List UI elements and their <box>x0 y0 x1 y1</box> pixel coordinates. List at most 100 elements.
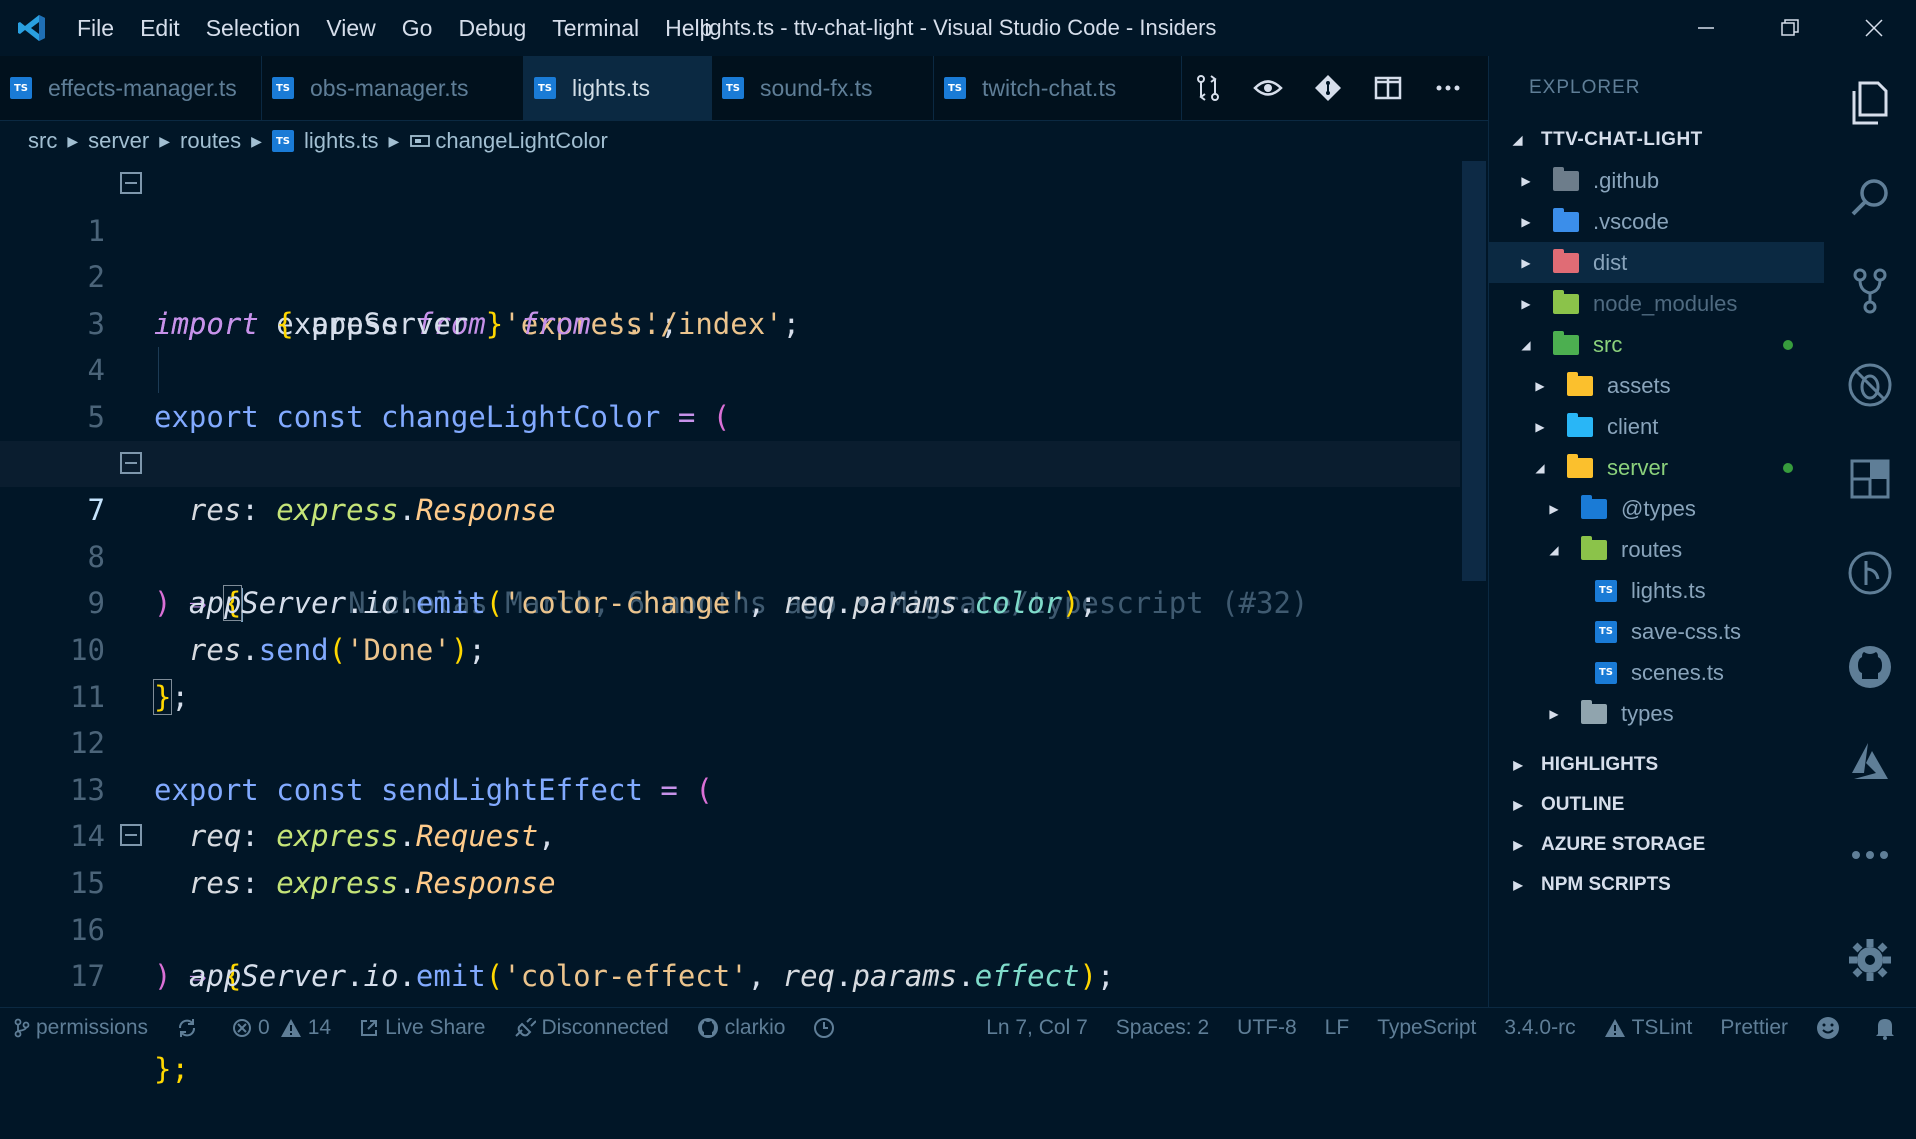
gitlens-view-button[interactable] <box>1824 526 1916 620</box>
tree-item-label: server <box>1607 454 1669 480</box>
chevron-right-icon[interactable]: ▶ <box>1531 379 1549 393</box>
variable-symbol-icon <box>410 135 431 147</box>
close-window-button[interactable] <box>1832 0 1916 56</box>
code-editor[interactable]: 1 import express from 'express'; 2 impor… <box>0 161 1460 1086</box>
tree-item-label: .github <box>1593 167 1660 193</box>
extensions-view-button[interactable] <box>1824 432 1916 526</box>
menu-terminal[interactable]: Terminal <box>539 0 652 56</box>
menu-bar: File Edit Selection View Go Debug Termin… <box>64 0 725 56</box>
minimize-button[interactable] <box>1664 0 1748 56</box>
connection-label: Disconnected <box>541 1016 669 1039</box>
tree-item[interactable]: ◢ server <box>1489 447 1825 488</box>
tab-sound-fx[interactable]: TS sound-fx.ts <box>712 56 934 120</box>
tree-item[interactable]: ▶ assets <box>1489 365 1825 406</box>
restore-button[interactable] <box>1748 0 1832 56</box>
chevron-right-icon[interactable]: ▶ <box>1517 174 1535 188</box>
explorer-view-button[interactable] <box>1824 56 1916 150</box>
code-line: 13 req: express.Request, <box>0 720 1460 854</box>
menu-help[interactable]: Help <box>652 0 725 56</box>
chevron-right-icon[interactable]: ▶ <box>1517 256 1535 270</box>
feedback-button[interactable] <box>1802 1008 1860 1049</box>
section-npm-scripts[interactable]: ▶ NPM SCRIPTS <box>1489 865 1825 905</box>
tree-item[interactable]: ▶ .vscode <box>1489 201 1825 242</box>
breadcrumb-src[interactable]: src <box>28 128 57 154</box>
toggle-blame-button[interactable] <box>1238 56 1298 120</box>
github-view-button[interactable] <box>1824 620 1916 714</box>
tree-item[interactable]: ◢ routes <box>1489 529 1825 570</box>
chevron-right-icon[interactable]: ▶ <box>1545 707 1563 721</box>
chevron-down-icon[interactable]: ◢ <box>1531 461 1549 475</box>
tree-item[interactable]: TSalerts-manager.ts <box>1489 734 1825 741</box>
tree-item[interactable]: ▶ types <box>1489 693 1825 734</box>
chevron-right-icon[interactable]: ▶ <box>1531 420 1549 434</box>
source-control-view-button[interactable] <box>1824 244 1916 338</box>
search-view-button[interactable] <box>1824 150 1916 244</box>
tree-item[interactable]: ▶ dist <box>1489 242 1825 283</box>
error-count: 0 <box>258 1016 270 1039</box>
section-outline[interactable]: ▶ OUTLINE <box>1489 785 1825 825</box>
section-azure-storage[interactable]: ▶ AZURE STORAGE <box>1489 825 1825 865</box>
tree-item[interactable]: TS scenes.ts <box>1489 652 1825 693</box>
tree-item[interactable]: ▶ .github <box>1489 160 1825 201</box>
encoding[interactable]: UTF-8 <box>1223 1008 1311 1049</box>
breadcrumb-file[interactable]: TS lights.ts <box>271 128 379 154</box>
chevron-right-icon: ▶ <box>1513 878 1523 892</box>
notifications-button[interactable] <box>1860 1008 1916 1049</box>
tree-item[interactable]: TS lights.ts <box>1489 570 1825 611</box>
breadcrumb-routes[interactable]: routes <box>180 128 241 154</box>
github-user[interactable]: clarkio <box>683 1008 800 1049</box>
menu-selection[interactable]: Selection <box>193 0 314 56</box>
fold-toggle[interactable] <box>120 451 142 474</box>
more-actions-button[interactable] <box>1418 56 1478 120</box>
code-line: 11 <box>0 627 1460 714</box>
cursor-position[interactable]: Ln 7, Col 7 <box>972 1008 1102 1049</box>
chevron-down-icon[interactable]: ◢ <box>1517 338 1535 352</box>
chevron-right-icon[interactable]: ▶ <box>1517 297 1535 311</box>
breadcrumb-symbol[interactable]: changeLightColor <box>409 128 608 154</box>
menu-file[interactable]: File <box>64 0 127 56</box>
breadcrumb-server[interactable]: server <box>88 128 149 154</box>
timer-button[interactable] <box>799 1008 855 1049</box>
tree-item[interactable]: ▶ client <box>1489 406 1825 447</box>
menu-edit[interactable]: Edit <box>127 0 193 56</box>
line-ending[interactable]: LF <box>1311 1008 1364 1049</box>
project-section-header[interactable]: ◢ TTV-CHAT-LIGHT <box>1489 120 1825 160</box>
chevron-right-icon[interactable]: ▶ <box>1517 215 1535 229</box>
tree-item[interactable]: TS save-css.ts <box>1489 611 1825 652</box>
split-editor-button[interactable] <box>1358 56 1418 120</box>
menu-debug[interactable]: Debug <box>445 0 539 56</box>
azure-view-button[interactable] <box>1824 714 1916 808</box>
language-mode[interactable]: TypeScript <box>1363 1008 1490 1049</box>
typescript-version[interactable]: 3.4.0-rc <box>1490 1008 1589 1049</box>
section-highlights[interactable]: ▶ HIGHLIGHTS <box>1489 745 1825 785</box>
branch-indicator[interactable]: permissions <box>0 1008 162 1049</box>
settings-button[interactable] <box>1824 913 1916 1007</box>
more-views-button[interactable] <box>1824 808 1916 902</box>
tab-lights[interactable]: TS lights.ts <box>524 56 712 120</box>
tree-item[interactable]: ▶ @types <box>1489 488 1825 529</box>
menu-go[interactable]: Go <box>389 0 446 56</box>
open-changes-button[interactable] <box>1178 56 1238 120</box>
fold-toggle[interactable] <box>120 172 142 194</box>
indentation[interactable]: Spaces: 2 <box>1102 1008 1223 1049</box>
scrollbar-thumb[interactable] <box>1462 161 1486 581</box>
tree-item[interactable]: ◢ src <box>1489 324 1825 365</box>
tab-twitch-chat[interactable]: TS twitch-chat.ts <box>934 56 1182 120</box>
chevron-right-icon[interactable]: ▶ <box>1545 502 1563 516</box>
menu-view[interactable]: View <box>313 0 388 56</box>
fold-toggle[interactable] <box>120 824 142 847</box>
git-lens-button[interactable] <box>1298 56 1358 120</box>
warning-icon <box>280 1019 301 1037</box>
editor-scrollbar[interactable] <box>1460 161 1488 1007</box>
problems-indicator[interactable]: 0 14 <box>218 1008 345 1049</box>
chevron-down-icon[interactable]: ◢ <box>1545 543 1563 557</box>
tslint-status[interactable]: TSLint <box>1590 1008 1707 1049</box>
debug-view-button[interactable] <box>1824 338 1916 432</box>
connection-status[interactable]: Disconnected <box>500 1008 683 1049</box>
prettier-status[interactable]: Prettier <box>1706 1008 1802 1049</box>
tree-item[interactable]: ▶ node_modules <box>1489 283 1825 324</box>
tab-effects-manager[interactable]: TS effects-manager.ts <box>0 56 262 120</box>
sync-button[interactable] <box>162 1008 218 1049</box>
live-share-button[interactable]: Live Share <box>345 1008 499 1049</box>
tab-obs-manager[interactable]: TS obs-manager.ts <box>262 56 524 120</box>
